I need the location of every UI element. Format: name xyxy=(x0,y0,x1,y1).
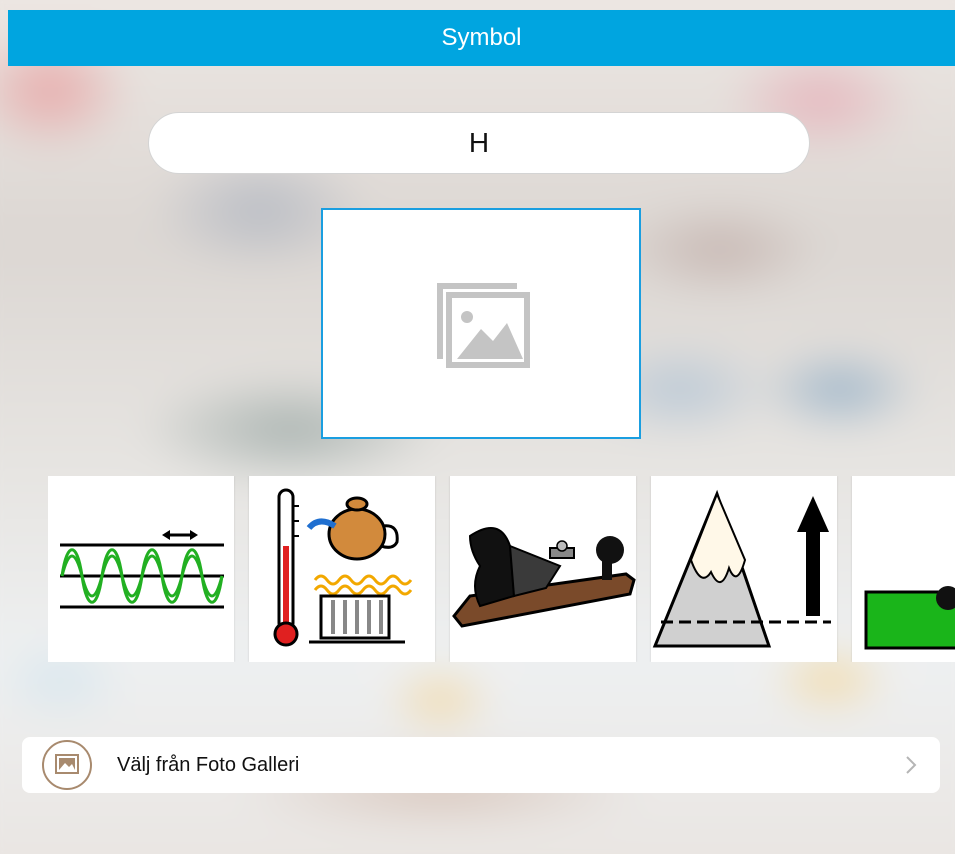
symbol-name-value: H xyxy=(468,127,490,158)
symbol-tile-frequency[interactable] xyxy=(48,476,234,662)
page-title: Symbol xyxy=(441,24,522,51)
symbol-tile-height[interactable] xyxy=(651,476,837,662)
symbol-tile-level[interactable] xyxy=(852,476,955,662)
symbol-preview[interactable] xyxy=(321,208,641,439)
hand-plane-icon xyxy=(452,527,636,628)
mountain-arrow-icon xyxy=(652,489,831,648)
symbol-suggestions xyxy=(48,476,955,662)
symbol-name-input[interactable]: H xyxy=(148,112,810,174)
wave-icon xyxy=(60,530,224,609)
symbol-tile-heat[interactable] xyxy=(249,476,435,662)
chevron-right-icon xyxy=(900,754,922,776)
photo-gallery-icon xyxy=(41,739,93,791)
thermometer-teapot-radiator-icon xyxy=(273,488,413,647)
green-level-icon xyxy=(864,586,955,650)
photo-gallery-label: Välj från Foto Galleri xyxy=(117,753,300,776)
symbol-tile-plane[interactable] xyxy=(450,476,636,662)
title-bar: Symbol xyxy=(8,10,955,66)
photo-gallery-button[interactable]: Välj från Foto Galleri xyxy=(22,737,940,793)
image-placeholder-icon xyxy=(437,282,530,368)
